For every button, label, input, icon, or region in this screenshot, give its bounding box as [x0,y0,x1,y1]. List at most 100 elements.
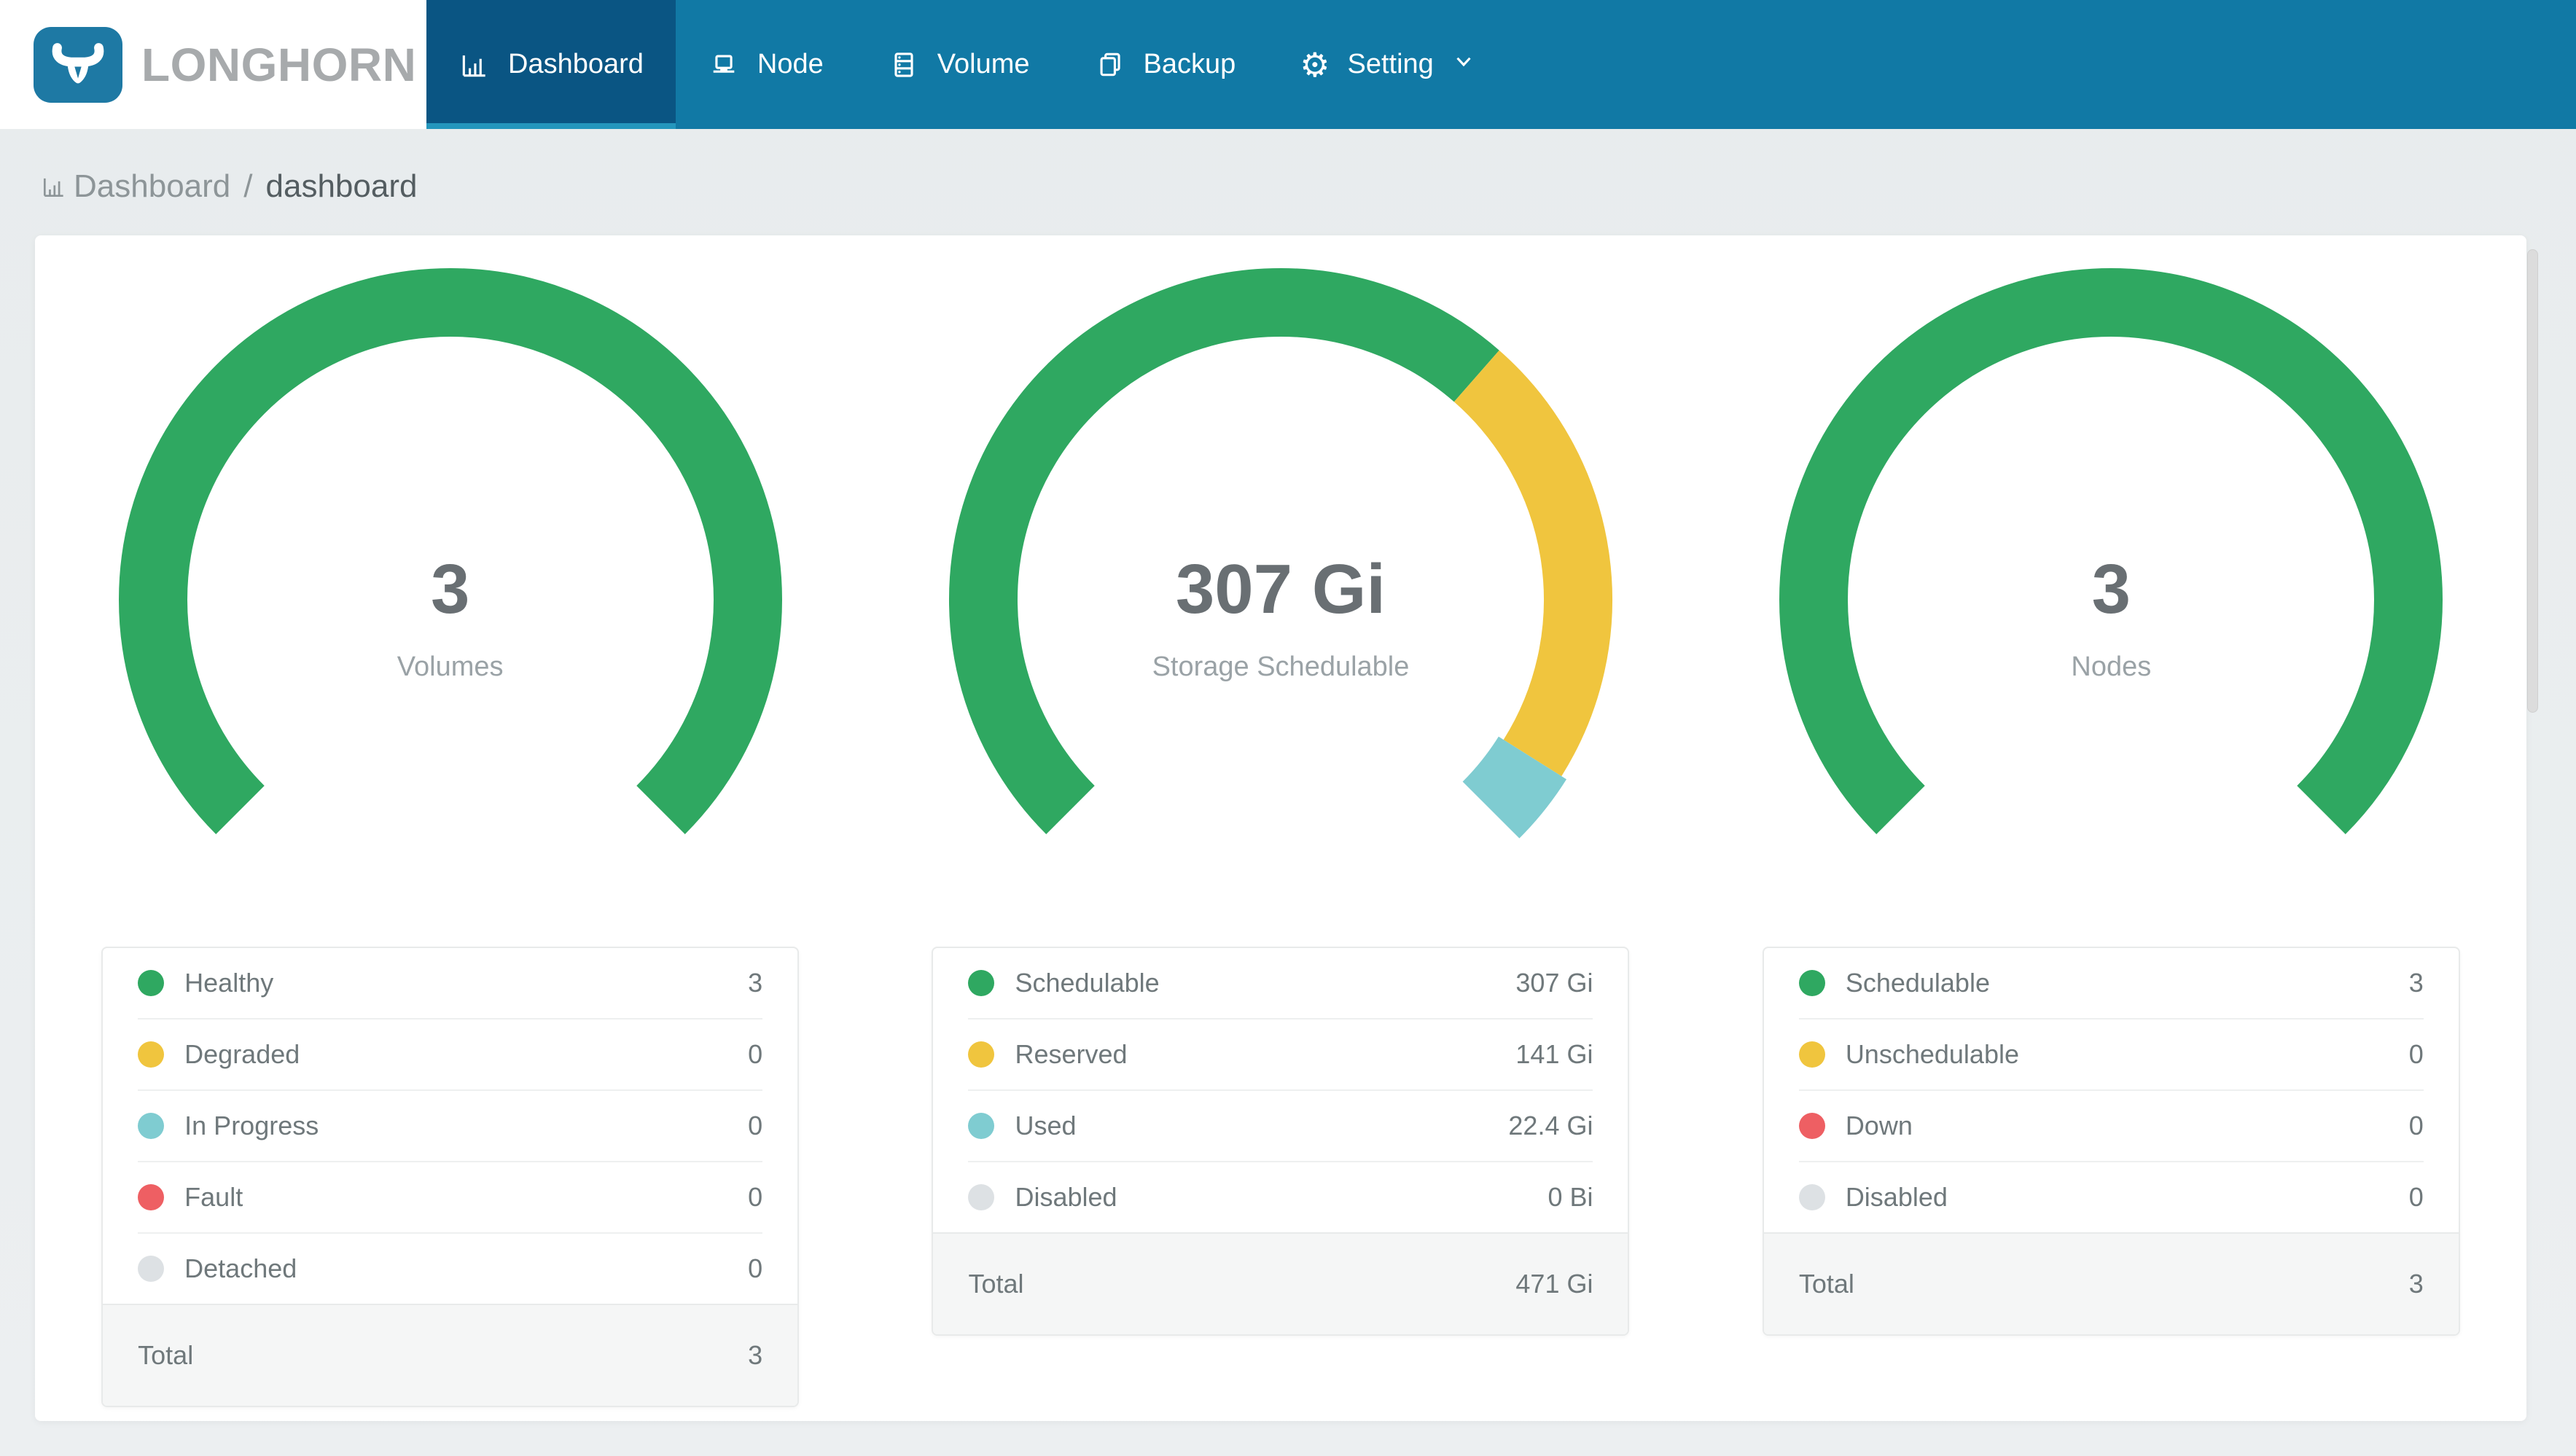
storage-panel: 307 Gi Storage Schedulable Schedulable 3… [865,235,1695,1421]
nav-tab-label: Backup [1143,49,1236,79]
degraded-dot [138,1041,165,1068]
total-label: Total [1798,1269,1854,1299]
nav-tab-setting[interactable]: ⚙ Setting [1268,0,1508,129]
disabled-dot [968,1184,995,1210]
disabled-dot [1798,1184,1825,1210]
nodes-gauge: 3 Nodes [1776,265,2446,935]
legend-label: Disabled [1845,1182,1948,1212]
nav-tab-label: Volume [937,49,1030,79]
nodes-legend-table: Schedulable 3 Unschedulable 0 Down 0 Dis… [1762,947,2460,1336]
dashboard-card: 3 Volumes Healthy 3 Degraded 0 In Progre… [35,235,2526,1421]
nav-tab-label: Node [757,49,824,79]
legend-value: 0 [2408,1039,2424,1069]
volumes-gauge: 3 Volumes [115,265,786,935]
nav-tab-label: Dashboard [508,49,644,79]
schedulable-dot [968,970,995,996]
reserved-dot [968,1041,995,1068]
unschedulable-dot [1798,1041,1825,1068]
legend-value: 3 [748,968,763,998]
top-navbar: LONGHORN Dashboard Node Volume Backup ⚙ … [0,0,2576,129]
legend-value: 3 [2408,968,2424,998]
longhorn-logo [34,26,122,103]
total-value: 3 [2408,1269,2424,1299]
legend-row-schedulable: Schedulable 307 Gi [933,948,1628,1018]
legend-label: Fault [184,1182,243,1212]
legend-value: 22.4 Gi [1508,1111,1593,1140]
bull-icon [52,42,104,83]
legend-label: Healthy [184,968,274,998]
legend-row-fault: Fault 0 [103,1162,797,1232]
total-label: Total [968,1269,1024,1299]
laptop-icon [713,55,735,73]
legend-value: 0 [2408,1182,2424,1212]
legend-label: Schedulable [1015,968,1160,998]
breadcrumb-page: dashboard [265,168,418,204]
nodes-panel: 3 Nodes Schedulable 3 Unschedulable 0 Do… [1696,235,2526,1421]
legend-row-used: Used 22.4 Gi [933,1091,1628,1161]
healthy-dot [138,970,165,996]
legend-value: 307 Gi [1515,968,1593,998]
breadcrumb-section[interactable]: Dashboard [74,168,230,205]
storage-legend-table: Schedulable 307 Gi Reserved 141 Gi Used … [932,947,1630,1336]
bar-chart-icon [43,178,63,197]
bar-chart-icon [462,55,485,77]
copy-icon [1100,52,1120,76]
storage-gauge-chart [948,268,1612,839]
total-row: Total 471 Gi [933,1232,1628,1334]
server-icon [894,52,913,77]
legend-label: Detached [184,1253,297,1283]
legend-value: 141 Gi [1515,1039,1593,1069]
legend-value: 0 [748,1039,763,1069]
nav-tab-dashboard[interactable]: Dashboard [426,0,676,129]
total-row: Total 3 [103,1304,798,1406]
detached-dot [138,1256,165,1282]
used-dot [968,1113,995,1139]
logo-area[interactable]: LONGHORN [0,0,426,129]
legend-value: 0 Bi [1547,1182,1593,1212]
volumes-panel: 3 Volumes Healthy 3 Degraded 0 In Progre… [35,235,865,1421]
nav-tab-backup[interactable]: Backup [1062,0,1268,129]
legend-row-detached: Detached 0 [103,1234,797,1304]
legend-label: Disabled [1015,1182,1117,1212]
chevron-down-icon [1451,49,1476,81]
legend-value: 0 [2408,1111,2424,1140]
total-row: Total 3 [1763,1232,2459,1334]
legend-value: 0 [748,1182,763,1212]
legend-row-unschedulable: Unschedulable 0 [1764,1019,2459,1089]
legend-row-disabled: Disabled 0 Bi [933,1162,1628,1232]
nav-tab-node[interactable]: Node [676,0,856,129]
legend-row-reserved: Reserved 141 Gi [933,1019,1628,1089]
legend-label: Unschedulable [1845,1039,2019,1069]
down-dot [1798,1113,1825,1139]
legend-label: In Progress [184,1111,319,1140]
breadcrumb: Dashboard / dashboard [40,168,2576,205]
in-progress-dot [138,1113,165,1139]
legend-label: Down [1845,1111,1913,1140]
legend-label: Degraded [184,1039,300,1069]
storage-gauge: 307 Gi Storage Schedulable [945,265,1616,935]
legend-label: Reserved [1015,1039,1128,1069]
breadcrumb-separator: / [243,168,253,204]
legend-value: 0 [748,1111,763,1140]
nodes-gauge-chart [1779,268,2443,834]
nav-tab-volume[interactable]: Volume [856,0,1062,129]
total-value: 471 Gi [1515,1269,1593,1299]
volumes-legend-table: Healthy 3 Degraded 0 In Progress 0 Fault… [101,947,800,1407]
legend-row-in-progress: In Progress 0 [103,1091,797,1161]
gear-icon: ⚙ [1300,44,1330,85]
legend-label: Schedulable [1845,968,1990,998]
total-label: Total [138,1340,194,1370]
legend-row-schedulable: Schedulable 3 [1764,948,2459,1018]
legend-value: 0 [748,1253,763,1283]
legend-row-degraded: Degraded 0 [103,1019,797,1089]
schedulable-dot [1798,970,1825,996]
legend-label: Used [1015,1111,1077,1140]
brand-name: LONGHORN [141,38,417,91]
volumes-gauge-chart [118,268,782,834]
nav-tab-label: Setting [1347,49,1434,79]
main-nav: Dashboard Node Volume Backup ⚙ Setting [426,0,2576,129]
legend-row-down: Down 0 [1764,1091,2459,1161]
fault-dot [138,1184,165,1210]
legend-row-healthy: Healthy 3 [103,948,797,1018]
vertical-scrollbar-thumb[interactable] [2527,249,2538,713]
